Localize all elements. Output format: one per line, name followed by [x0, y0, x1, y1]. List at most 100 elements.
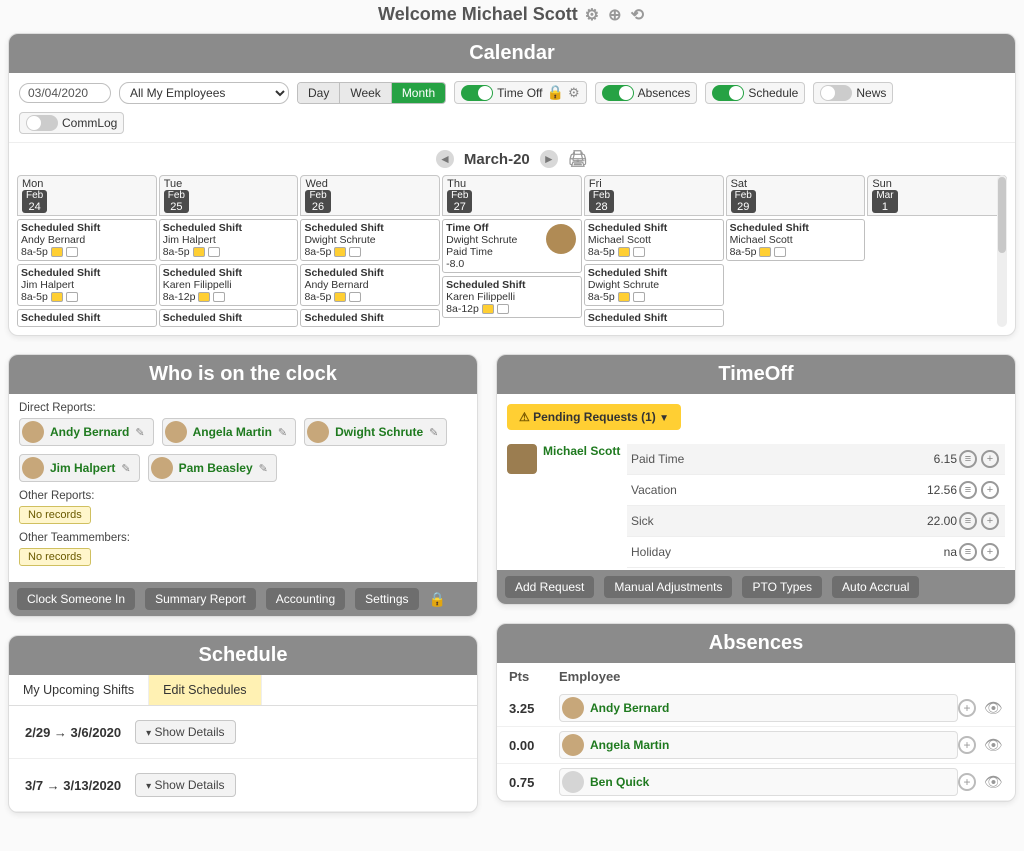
employee-chip[interactable]: Pam Beasley✎ [148, 454, 277, 482]
shift-card[interactable]: Scheduled ShiftAndy Bernard8a-5p [300, 264, 440, 306]
refresh-icon[interactable]: ⟲ [631, 5, 644, 25]
pto-types-button[interactable]: PTO Types [742, 576, 822, 598]
show-details-button[interactable]: ▾ Show Details [135, 720, 235, 744]
clock-someone-in-button[interactable]: Clock Someone In [17, 588, 135, 610]
accounting-button[interactable]: Accounting [266, 588, 345, 610]
clock-lock-icon[interactable]: 🔒 [429, 591, 446, 608]
manual-adjustments-button[interactable]: Manual Adjustments [604, 576, 732, 598]
employee-chip[interactable]: Dwight Schrute✎ [304, 418, 447, 446]
timeoff-toggle-label: Time Off [497, 86, 542, 100]
day-header[interactable]: TueFeb25 [159, 175, 299, 216]
welcome-text: Welcome Michael Scott [378, 4, 578, 24]
employee-filter-select[interactable]: All My Employees [119, 82, 289, 104]
shift-card[interactable]: Scheduled Shift [17, 309, 157, 327]
plus-icon[interactable]: + [958, 699, 976, 717]
day-header[interactable]: MonFeb24 [17, 175, 157, 216]
day-header[interactable]: WedFeb26 [300, 175, 440, 216]
absence-employee-chip[interactable]: Ben Quick [559, 768, 958, 796]
edit-icon[interactable]: ✎ [135, 426, 144, 439]
timeoff-toggle[interactable] [461, 85, 493, 101]
avatar [151, 457, 173, 479]
calendar-day-column: MonFeb24Scheduled ShiftAndy Bernard8a-5p… [17, 175, 157, 327]
schedule-toggle-label: Schedule [748, 86, 798, 100]
absence-employee-chip[interactable]: Angela Martin [559, 731, 958, 759]
next-month-button[interactable]: ► [540, 150, 558, 168]
eye-icon[interactable]: 👁 [984, 736, 1003, 754]
timeoff-gear-icon[interactable]: ⚙ [568, 85, 580, 101]
plus-icon[interactable]: + [958, 773, 976, 791]
shift-card[interactable]: Scheduled ShiftAndy Bernard8a-5p [17, 219, 157, 261]
news-toggle[interactable] [820, 85, 852, 101]
schedule-range-label: 3/7 → 3/13/2020 [25, 778, 121, 793]
day-header[interactable]: SatFeb29 [726, 175, 866, 216]
view-day-button[interactable]: Day [298, 83, 339, 103]
calendar-scrollbar[interactable] [997, 175, 1007, 327]
view-month-button[interactable]: Month [391, 83, 445, 103]
show-details-button[interactable]: ▾ Show Details [135, 773, 235, 797]
list-icon[interactable]: ≡ [957, 450, 979, 468]
chevron-down-icon: ▼ [659, 413, 669, 424]
shift-card[interactable]: Scheduled Shift [584, 309, 724, 327]
prev-month-button[interactable]: ◄ [436, 150, 454, 168]
plus-icon[interactable]: + [979, 543, 1001, 561]
employee-chip[interactable]: Jim Halpert✎ [19, 454, 140, 482]
shift-card[interactable]: Scheduled ShiftJim Halpert8a-5p [17, 264, 157, 306]
summary-report-button[interactable]: Summary Report [145, 588, 256, 610]
clock-settings-button[interactable]: Settings [355, 588, 418, 610]
shift-card[interactable]: Scheduled ShiftMichael Scott8a-5p [584, 219, 724, 261]
absences-toggle[interactable] [602, 85, 634, 101]
day-header[interactable]: SunMar1 [867, 175, 1007, 216]
shift-card[interactable]: Scheduled Shift [159, 309, 299, 327]
plus-icon[interactable]: + [979, 450, 1001, 468]
schedule-toggle[interactable] [712, 85, 744, 101]
auto-accrual-button[interactable]: Auto Accrual [832, 576, 919, 598]
list-icon[interactable]: ≡ [957, 481, 979, 499]
absence-row: 0.75Ben Quick+👁 [497, 764, 1015, 801]
eye-icon[interactable]: 👁 [984, 699, 1003, 717]
timeoff-employee-link[interactable]: Michael Scott [543, 444, 620, 458]
add-request-button[interactable]: Add Request [505, 576, 594, 598]
calendar-day-column: WedFeb26Scheduled ShiftDwight Schrute8a-… [300, 175, 440, 327]
edit-icon[interactable]: ✎ [259, 462, 268, 475]
absence-employee-chip[interactable]: Andy Bernard [559, 694, 958, 722]
print-icon[interactable]: 🖨 [568, 149, 588, 169]
shift-card[interactable]: Scheduled ShiftKaren Filippelli8a-12p [159, 264, 299, 306]
shift-card[interactable]: Scheduled Shift [300, 309, 440, 327]
schedule-week-row: 2/29 → 3/6/2020▾ Show Details [9, 706, 477, 759]
eye-icon[interactable]: 👁 [984, 773, 1003, 791]
clock-panel: Who is on the clock Direct Reports: Andy… [8, 354, 478, 617]
shift-card[interactable]: Scheduled ShiftDwight Schrute8a-5p [584, 264, 724, 306]
timeoff-lock-icon[interactable]: 🔒 [547, 84, 564, 101]
day-header[interactable]: FriFeb28 [584, 175, 724, 216]
commlog-toggle[interactable] [26, 115, 58, 131]
view-toggle-group: Day Week Month [297, 82, 446, 104]
shift-card[interactable]: Time OffDwight SchrutePaid Time-8.0 [442, 219, 582, 273]
pending-requests-button[interactable]: ⚠ Pending Requests (1) ▼ [507, 404, 681, 430]
edit-icon[interactable]: ✎ [429, 426, 438, 439]
shift-card[interactable]: Scheduled ShiftMichael Scott8a-5p [726, 219, 866, 261]
day-header[interactable]: ThuFeb27 [442, 175, 582, 216]
plus-icon[interactable]: + [958, 736, 976, 754]
tab-my-upcoming-shifts[interactable]: My Upcoming Shifts [9, 675, 149, 705]
list-icon[interactable]: ≡ [957, 543, 979, 561]
gear-icon[interactable]: ⚙ [585, 5, 599, 25]
balance-row: Holidayna≡+ [627, 537, 1005, 568]
plus-icon[interactable]: + [979, 512, 1001, 530]
employee-chip[interactable]: Andy Bernard✎ [19, 418, 154, 446]
plus-icon[interactable]: ⊕ [608, 5, 621, 25]
edit-icon[interactable]: ✎ [121, 462, 130, 475]
absence-points: 0.00 [509, 738, 559, 753]
shift-card[interactable]: Scheduled ShiftJim Halpert8a-5p [159, 219, 299, 261]
employee-chip[interactable]: Angela Martin✎ [162, 418, 297, 446]
list-icon[interactable]: ≡ [957, 512, 979, 530]
plus-icon[interactable]: + [979, 481, 1001, 499]
calendar-day-column: FriFeb28Scheduled ShiftMichael Scott8a-5… [584, 175, 724, 327]
pending-requests-label: Pending Requests (1) [533, 410, 656, 424]
shift-card[interactable]: Scheduled ShiftKaren Filippelli8a-12p [442, 276, 582, 318]
date-input[interactable] [19, 83, 111, 103]
edit-icon[interactable]: ✎ [278, 426, 287, 439]
shift-card[interactable]: Scheduled ShiftDwight Schrute8a-5p [300, 219, 440, 261]
view-week-button[interactable]: Week [339, 83, 390, 103]
tab-edit-schedules[interactable]: Edit Schedules [149, 675, 261, 705]
calendar-day-column: SatFeb29Scheduled ShiftMichael Scott8a-5… [726, 175, 866, 327]
